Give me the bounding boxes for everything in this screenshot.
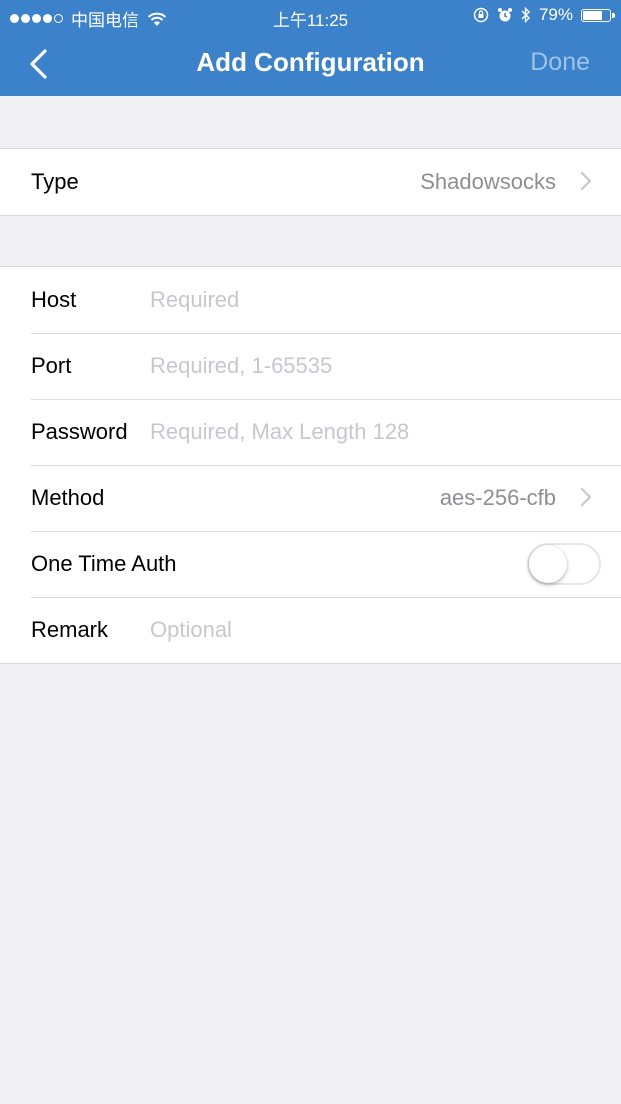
status-right: 79% [465, 5, 615, 25]
page-title: Add Configuration [196, 47, 425, 77]
battery-icon [581, 8, 615, 22]
host-row: Host Required [0, 267, 621, 333]
method-row[interactable]: Method aes-256-cfb [0, 465, 621, 531]
remark-row: Remark Optional [0, 597, 621, 663]
one-time-auth-label: One Time Auth [31, 551, 177, 576]
password-row: Password Required, Max Length 128 [0, 399, 621, 465]
method-label: Method [31, 485, 105, 510]
type-label: Type [31, 169, 79, 194]
host-label: Host [31, 287, 77, 312]
status-bar: 中国电信 上午11:25 79% [0, 0, 621, 32]
bluetooth-icon [521, 6, 530, 24]
remark-label: Remark [31, 617, 109, 642]
password-label: Password [31, 419, 128, 444]
toggle-knob [529, 545, 567, 583]
password-input[interactable]: Required, Max Length 128 [150, 419, 409, 445]
orientation-lock-icon [473, 7, 489, 23]
method-value: aes-256-cfb [439, 485, 556, 510]
done-button[interactable]: Done [530, 48, 590, 77]
port-label: Port [31, 353, 72, 378]
port-input[interactable]: Required, 1-65535 [150, 353, 332, 379]
configuration-form: Host Required Port Required, 1-65535 Pas… [0, 266, 621, 664]
one-time-auth-toggle[interactable] [527, 543, 601, 585]
top-bar: 中国电信 上午11:25 79% Add Configuration Done [0, 0, 621, 96]
battery-percent: 79% [538, 5, 573, 24]
chevron-right-icon [580, 487, 592, 507]
remark-input[interactable]: Optional [150, 617, 232, 643]
navigation-bar: Add Configuration Done [0, 32, 621, 96]
chevron-right-icon [580, 171, 592, 191]
one-time-auth-row: One Time Auth [0, 531, 621, 597]
port-row: Port Required, 1-65535 [0, 333, 621, 399]
alarm-icon [497, 8, 512, 22]
type-row[interactable]: Type Shadowsocks [0, 149, 621, 215]
type-value: Shadowsocks [420, 169, 556, 194]
host-input[interactable]: Required [150, 287, 239, 313]
type-section: Type Shadowsocks [0, 148, 621, 216]
